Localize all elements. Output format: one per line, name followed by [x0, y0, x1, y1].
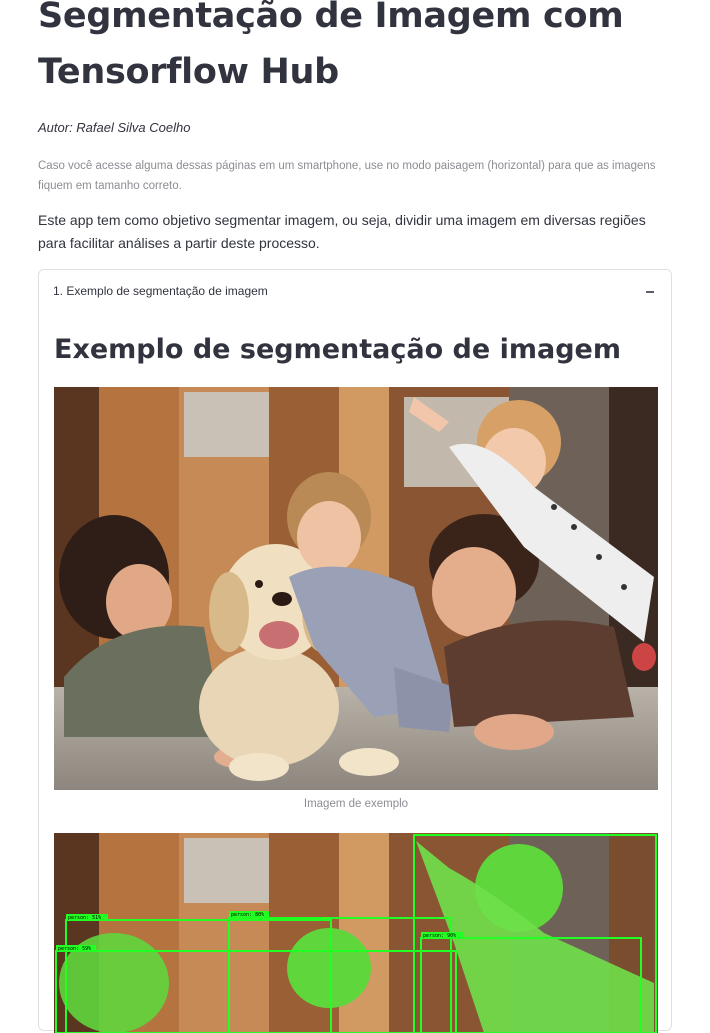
mobile-note: Caso você acesse alguma dessas páginas e… — [38, 160, 656, 192]
section-title: Exemplo de segmentação de imagem — [54, 334, 621, 365]
author-line: Autor: Rafael Silva Coelho — [38, 120, 191, 135]
app-description: Este app tem como objetivo segmentar ima… — [38, 212, 646, 251]
example-image — [54, 387, 658, 790]
detection-label: person: 51% — [68, 915, 101, 921]
image-caption: Imagem de exemplo — [303, 798, 409, 810]
minus-icon[interactable] — [645, 285, 655, 297]
detection-label: person: 80% — [231, 912, 264, 918]
segmented-image: person: 51% person: 80% person: 90% pers… — [54, 833, 658, 1033]
segmentation-output: person: 51% person: 80% person: 90% pers… — [54, 833, 658, 1033]
detection-label: person: 90% — [423, 933, 456, 939]
expander-label: 1. Exemplo de segmentação de imagem — [53, 284, 268, 298]
page-title: Segmentação de Imagem com Tensorflow Hub — [38, 0, 624, 92]
expander-header[interactable]: 1. Exemplo de segmentação de imagem — [39, 270, 671, 314]
example-expander: 1. Exemplo de segmentação de imagem Exem… — [38, 269, 672, 1033]
family-dog-photo — [54, 387, 658, 790]
detection-label: person: 59% — [58, 946, 91, 952]
